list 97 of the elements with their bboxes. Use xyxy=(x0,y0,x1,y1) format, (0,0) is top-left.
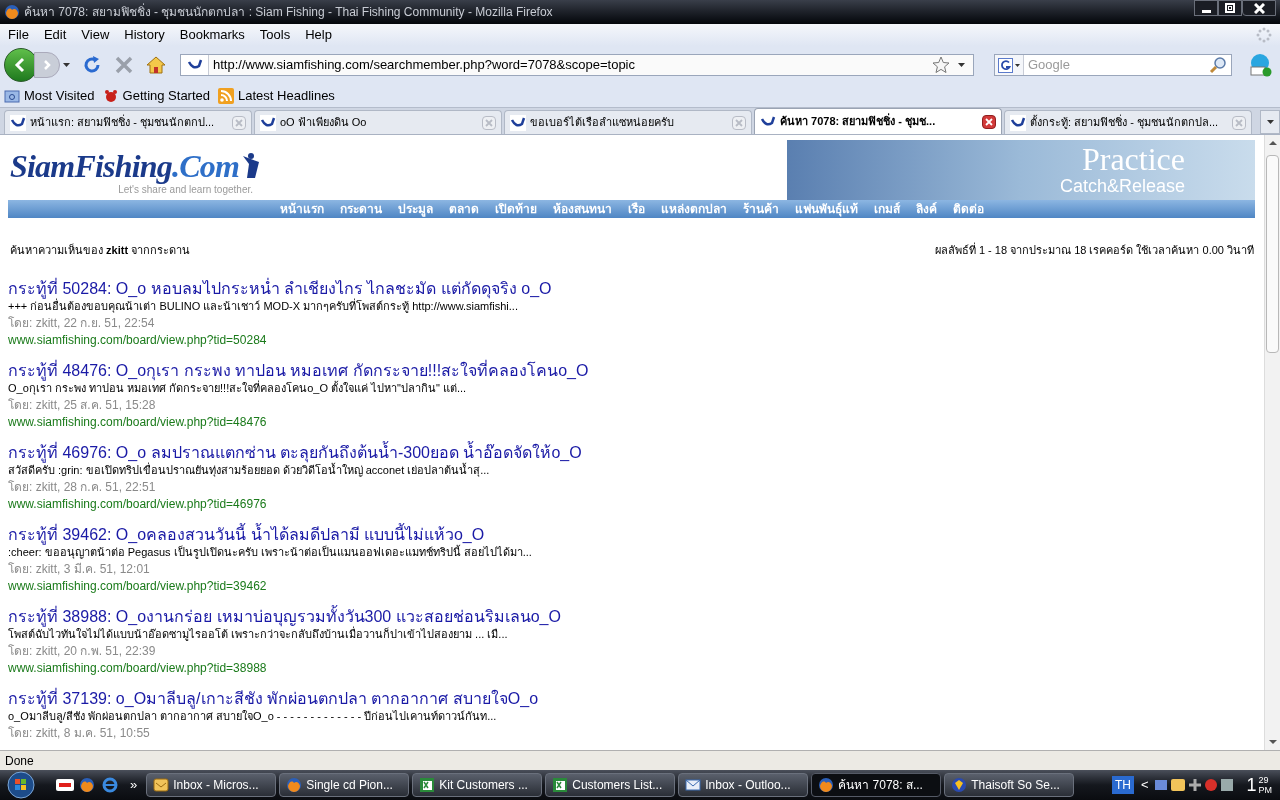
menu-item[interactable]: Tools xyxy=(255,25,295,45)
banner-heading: Practice xyxy=(1081,142,1185,175)
taskbar-button[interactable]: Customers List... xyxy=(545,773,676,797)
browser-icon xyxy=(102,777,120,793)
envelope-icon xyxy=(685,777,702,793)
result-title-link[interactable]: กระทู้ที่ 37139: o_Oมาลีบลู/เกาะสีชัง พักผ่อนตกปลา ตากอากาศ สบายใจO_o xyxy=(8,688,1256,708)
banner-subheading: Catch&Release xyxy=(1059,174,1185,198)
browser-tab[interactable]: ตั้งกระทู้: สยามฟิชชิ่ง - ชุมชนนักตกปล... xyxy=(1004,110,1252,134)
close-tab-button[interactable] xyxy=(982,114,996,129)
dropdown-arrow-icon xyxy=(1266,120,1274,124)
restore-button[interactable] xyxy=(1218,0,1242,16)
result-url[interactable]: www.siamfishing.com/board/view.php?tid=50284 xyxy=(8,331,1256,349)
bookmark-link[interactable]: Most Visited xyxy=(4,85,95,106)
menu-item[interactable]: View xyxy=(77,25,114,45)
result-url[interactable]: www.siamfishing.com/board/view.php?tid=39462 xyxy=(8,577,1256,595)
windows-logo-icon xyxy=(6,771,36,799)
fish-hook-icon xyxy=(510,114,526,131)
result-meta: โดย: zkitt, 3 มี.ค. 51, 12:01 xyxy=(8,560,151,578)
search-input[interactable]: Google xyxy=(1024,55,1209,75)
fish-hook-icon xyxy=(10,114,26,131)
result-title-link[interactable]: กระทู้ที่ 46976: O_o ลมปราณแตกซ่าน ตะลุยกันถึงต้นน้ำ-300ยอด น้ำอ๊อดจัดให้o_O xyxy=(8,442,1256,462)
result-meta: โดย: zkitt, 28 ก.ค. 51, 22:51 xyxy=(8,478,157,496)
address-field[interactable]: http://www.siamfishing.com/searchmember.php?word=7078&scope=topic xyxy=(180,54,974,76)
taskbar-button[interactable]: Thaisoft So Se... xyxy=(944,773,1075,797)
menu-item[interactable]: Help xyxy=(301,25,336,45)
close-icon xyxy=(1235,118,1243,127)
result-meta: โดย: zkitt, 25 ส.ค. 51, 15:28 xyxy=(8,396,157,414)
browser-tab[interactable]: ค้นหา 7078: สยามฟิชชิ่ง - ชุมช... xyxy=(754,108,1002,134)
language-indicator[interactable]: TH xyxy=(1111,776,1134,794)
menu-item[interactable]: File xyxy=(4,25,33,45)
star-icon xyxy=(932,56,950,74)
stop-icon xyxy=(115,56,133,74)
result-meta: โดย: zkitt, 8 ม.ค. 51, 10:55 xyxy=(8,724,151,742)
taskbar-button[interactable]: Inbox - Outloo... xyxy=(678,773,809,797)
result-title-link[interactable]: กระทู้ที่ 38988: O_oงานกร่อย เหมาบ่อบุญรวมทั้งวัน300 แวะสอยช่อนริมเลนo_O xyxy=(8,606,1256,626)
browser-tab[interactable]: ขอเบอร์ไต้เรือลำแซหน่อยครับ xyxy=(504,110,752,134)
close-icon xyxy=(235,118,243,127)
result-url[interactable]: www.siamfishing.com/board/view.php?tid=38988 xyxy=(8,659,1256,677)
result-snippet: โพสต์ฉับไวทันใจไม่ได้แบบน้าอ๊อดซามูไรออโต้ เพราะกว่าจะกลับถึงบ้านเมื่อวานก็ปาเข้าไปสองยาม ... เมื... xyxy=(8,626,509,643)
result-snippet: สวัสดีครับ :grin: ขอเปิดทริปเขื่อนปราณยันทุ่งสามร้อยยอด ด้วยวิดีโอน้ำใหญ่ acconet เย่อปลาต้นน้ำสุ... xyxy=(8,462,491,479)
menu-item[interactable]: History xyxy=(120,25,169,45)
search-icon xyxy=(1209,56,1227,74)
throbber-icon xyxy=(1256,27,1272,43)
quick-launch-more-button[interactable]: » xyxy=(124,775,144,795)
taskbar-button[interactable]: Kit Customers ... xyxy=(412,773,543,797)
dropdown-arrow-icon xyxy=(958,63,965,67)
home-icon xyxy=(146,56,166,74)
taskbar-button[interactable]: Inbox - Micros... xyxy=(146,773,277,797)
browser-tab[interactable]: หน้าแรก: สยามฟิชชิ่ง - ชุมชนนักตกป... xyxy=(4,110,252,134)
search-field[interactable]: Google xyxy=(994,54,1232,76)
result-snippet: :cheer: ขออนุญาตน้าต่อ Pegasus เป็นรูปเปิดนะครับ เพราะน้าต่อเป็นแมนออฟเดอะแมทช์ทริปนี้ สอยไปได้มา... xyxy=(8,545,533,561)
url-input[interactable]: http://www.siamfishing.com/searchmember.php?word=7078&scope=topic xyxy=(209,55,932,75)
status-text: Done xyxy=(5,752,34,770)
result-snippet: o_Oมาลีบลู/สีชัง พักผ่อนตกปลา ตากอากาศ สบายใจO_o - - - - - - - - - - - - - ปีก่อนไปเคานท์ดาวน์กันท... xyxy=(8,709,498,725)
show-hidden-icons-button[interactable]: < xyxy=(1136,775,1153,795)
result-url[interactable]: www.siamfishing.com/board/view.php?tid=46976 xyxy=(8,495,1256,513)
spreadsheet-icon xyxy=(419,777,436,793)
tab-list-button[interactable] xyxy=(1260,110,1280,134)
result-url[interactable]: www.siamfishing.com/board/view.php?tid=48476 xyxy=(8,413,1256,431)
browser-tab[interactable]: oO ฟ้าเพียงดิน Oo xyxy=(254,110,502,134)
rss-icon xyxy=(218,87,235,104)
taskbar-button[interactable]: Single cd Pion... xyxy=(279,773,410,797)
reload-icon xyxy=(82,55,102,75)
result-meta: โดย: zkitt, 22 ก.ย. 51, 22:54 xyxy=(8,314,156,332)
result-snippet: O_oกุเรา กระพง ทาปอน หมอเทศ กัดกระจาย!!!สะใจที่คลองโคนo_O ตั้งใจแค่ ไปหา"ปลากิน" แต่... xyxy=(8,380,468,397)
menu-item[interactable]: Bookmarks xyxy=(175,25,249,45)
dropdown-arrow-icon xyxy=(1015,63,1020,67)
restore-icon xyxy=(1225,3,1235,13)
folder-icon xyxy=(4,87,20,104)
search-query-text: ค้นหาความเห็นของ zkitt จากกระดาน xyxy=(10,242,191,258)
window-title: ค้นหา 7078: สยามฟิชชิ่ง - ชุมชนนักตกปลา : Siam Fishing - Thai Fishing Community - Mozilla Firefox xyxy=(24,3,554,21)
results-summary: ผลลัพธ์ที่ 1 - 18 จากประมาณ 18 เรคคอร์ด ใช้เวลาค้นหา 0.00 วินาที xyxy=(934,242,1254,258)
close-icon xyxy=(985,117,993,126)
close-icon xyxy=(735,118,743,127)
close-button[interactable] xyxy=(1242,0,1276,16)
close-icon xyxy=(1253,2,1265,14)
envelope-icon xyxy=(153,777,170,793)
minimize-icon xyxy=(1201,9,1211,13)
result-snippet: +++ ก่อนอื่นต้องขอบคุณน้าเต่า BULINO และน้าเชาว์ MOD-X มากๆครับที่โพสต์กระทู้ http://www.siamfishi... xyxy=(8,298,519,315)
fish-hook-icon xyxy=(260,114,276,131)
g-logo-icon xyxy=(998,57,1013,73)
result-title-link[interactable]: กระทู้ที่ 39462: O_oคลองสวนวันนี้ น้ำได้ลมดีปลามี แบบนี้ไม่แห้วo_O xyxy=(8,524,1256,544)
spreadsheet-icon xyxy=(552,777,569,793)
result-title-link[interactable]: กระทู้ที่ 50284: O_o หอบลมไปกระหน่ำ ลำเชียงไกร ไกลชะมัด แต่กัดดุจริง o_O xyxy=(8,278,1256,298)
minimize-button[interactable] xyxy=(1194,0,1218,16)
close-icon xyxy=(485,118,493,127)
app-icon xyxy=(951,777,968,793)
bookmark-link[interactable]: Getting Started xyxy=(102,85,211,106)
taskbar-button[interactable]: ค้นหา 7078: ส... xyxy=(811,773,942,797)
result-meta: โดย: zkitt, 20 ก.พ. 51, 22:39 xyxy=(8,642,157,660)
bookmark-link[interactable]: Latest Headlines xyxy=(218,85,335,106)
logo-tagline: Let's share and learn together. xyxy=(118,184,254,197)
menu-item[interactable]: Edit xyxy=(39,25,71,45)
result-title-link[interactable]: กระทู้ที่ 48476: O_oกุเรา กระพง ทาปอน หมอเทศ กัดกระจาย!!!สะใจที่คลองโคนo_O xyxy=(8,360,1256,380)
fish-hook-icon xyxy=(1010,114,1026,131)
vertical-scrollbar[interactable] xyxy=(1264,135,1280,750)
dropdown-arrow-icon xyxy=(62,63,70,67)
